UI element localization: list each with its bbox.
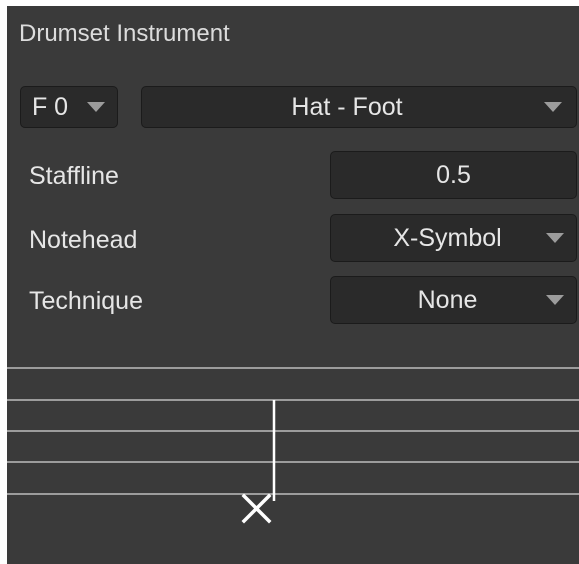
x-notehead-icon (241, 493, 272, 524)
drumset-instrument-panel: Drumset Instrument F 0 Hat - Foot Staffl… (7, 6, 579, 564)
staff-preview (7, 367, 579, 524)
